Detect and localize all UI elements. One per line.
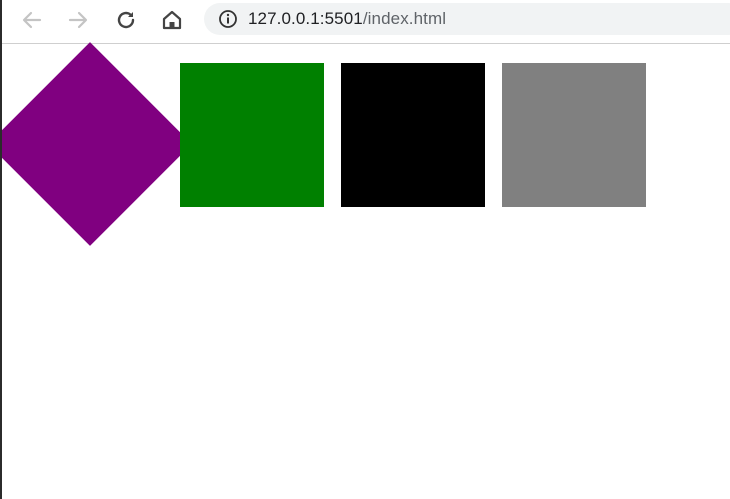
page-viewport [2,42,730,499]
browser-window: 127.0.0.1:5501/index.html [0,0,730,499]
reload-icon [117,11,135,29]
gray-square [502,63,646,207]
forward-button[interactable] [62,5,94,35]
info-icon[interactable] [218,9,238,29]
url-path: /index.html [362,9,447,28]
reload-button[interactable] [110,5,142,35]
arrow-left-icon [22,11,42,29]
back-button[interactable] [16,5,48,35]
black-square [341,63,485,207]
home-button[interactable] [156,5,188,35]
purple-diamond [2,42,192,246]
url-host: 127.0.0.1:5501 [248,9,363,28]
arrow-right-icon [68,11,88,29]
address-bar[interactable]: 127.0.0.1:5501/index.html [204,3,730,35]
home-icon [162,10,182,30]
url-text[interactable]: 127.0.0.1:5501/index.html [248,9,446,29]
browser-toolbar: 127.0.0.1:5501/index.html [2,0,730,44]
green-square [180,63,324,207]
